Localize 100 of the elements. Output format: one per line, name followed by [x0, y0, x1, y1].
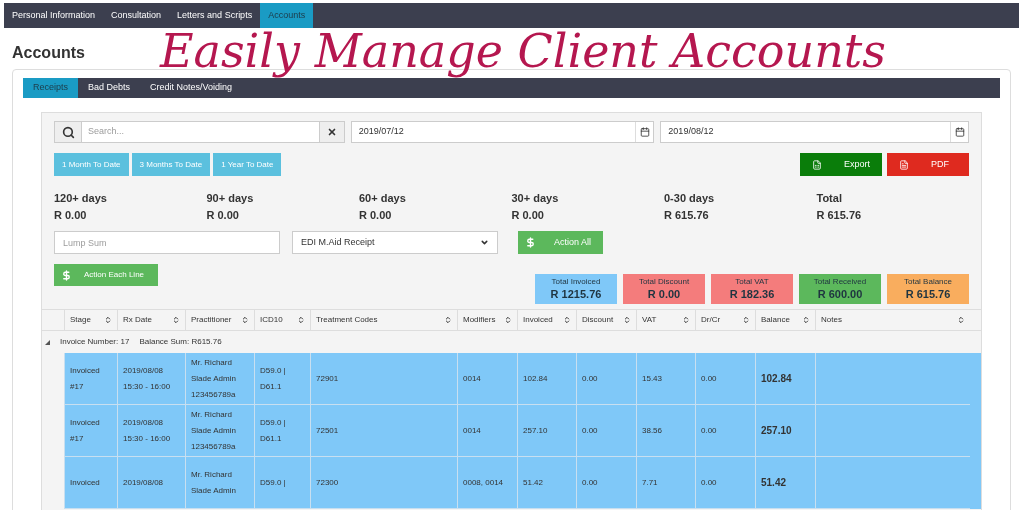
close-icon [326, 127, 337, 137]
column-header[interactable]: VAT [636, 310, 695, 330]
table-cell-text: D61.1 [260, 380, 282, 393]
table-cell-text: 38.56 [642, 424, 663, 437]
aging-label: 90+ days [206, 191, 254, 206]
date-from-field[interactable]: 2019/07/12 [350, 121, 655, 143]
sort-icon [563, 316, 571, 324]
search-field[interactable]: Search... [82, 121, 319, 143]
page-title: Accounts [12, 43, 85, 63]
table-cell-text: 0.00 [701, 424, 717, 437]
total-card: Total Invoiced R 1215.76 [535, 274, 617, 304]
table-cell-text: 0014 [463, 372, 481, 385]
sort-icon [957, 316, 965, 324]
calendar-icon [954, 127, 965, 137]
column-header[interactable]: Practitioner [185, 310, 254, 330]
column-header[interactable]: ICD10 [254, 310, 310, 330]
table-cell-text: 7.71 [642, 476, 658, 489]
column-header[interactable]: Rx Date [117, 310, 185, 330]
column-header[interactable]: Discount [576, 310, 636, 330]
table-cell-text: 102.84 [761, 371, 792, 386]
table-cell-text: 72300 [316, 476, 339, 489]
table-cell-text: Mr. Richard [191, 356, 232, 369]
column-header[interactable]: Invoiced [517, 310, 576, 330]
sort-icon [241, 316, 249, 324]
aging-label: 120+ days [54, 191, 107, 206]
sort-icon [444, 316, 452, 324]
table-cell-text: Mr. Richard [191, 408, 232, 421]
table-cell-text: Slade Admin [191, 484, 236, 497]
table-cell-text: Slade Admin [191, 372, 236, 385]
receipt-type-select[interactable]: EDI M.Aid Receipt [292, 231, 498, 254]
caret-icon [480, 238, 489, 247]
sort-icon [172, 316, 180, 324]
sort-icon [802, 316, 810, 324]
aging-value: R 0.00 [54, 207, 87, 223]
column-header[interactable]: Modifiers [457, 310, 517, 330]
table-row[interactable]: Invoiced #17 2019/08/08 15:30 - 16:00 Mr. Richard Slade Admin 123456789a D59.0 | D61.1 72501 0014 257.10 0.00 38.56 0.00 257.10 [42, 405, 981, 457]
total-card: Total VAT R 182.36 [711, 274, 793, 304]
table-cell-text: 15.43 [642, 372, 663, 385]
nav-tab[interactable]: Personal Information [4, 3, 104, 28]
column-header[interactable]: Dr/Cr [695, 310, 755, 330]
table-cell-text: 0.00 [582, 476, 598, 489]
table-row[interactable]: Invoiced 2019/08/08 Mr. Richard Slade Admin D59.0 | 72300 0008, 0014 51.42 0.00 7.71 0.00 51.42 [42, 457, 981, 509]
total-card: Total Balance R 615.76 [887, 274, 969, 304]
table-cell-text: 2019/08/08 [123, 416, 164, 429]
table-cell-text: 0008, 0014 [463, 476, 504, 489]
search-icon [61, 125, 75, 139]
aging-label: 60+ days [359, 191, 406, 206]
table-row[interactable]: Invoiced #17 2019/08/08 15:30 - 16:00 Mr. Richard Slade Admin 123456789a D59.0 | D61.1 72901 0014 102.84 0.00 15.43 0.00 102.84 [42, 353, 981, 405]
table-cell-text: 51.42 [761, 475, 787, 490]
aging-value: R 615.76 [664, 207, 709, 223]
column-header[interactable]: Stage [64, 310, 117, 330]
clear-button[interactable] [318, 121, 345, 143]
table-cell-text: D59.0 | [260, 364, 286, 377]
table-cell-text: 123456789a [191, 388, 236, 401]
aging-label: Total [816, 191, 842, 206]
lump-sum-field[interactable]: Lump Sum [54, 231, 280, 254]
group-invoice: Invoice Number: 17 [60, 336, 130, 348]
table-cell-text: 72501 [316, 424, 339, 437]
table-cell-text: 0.00 [701, 372, 717, 385]
triangle-icon[interactable] [45, 339, 50, 345]
aging-value: R 0.00 [359, 207, 392, 223]
sub-tab[interactable]: Receipts [23, 78, 78, 98]
table-cell-text: 72901 [316, 372, 339, 385]
pdf-button[interactable]: PDF [887, 153, 969, 176]
table-cell-text: 51.42 [523, 476, 544, 489]
table-cell-text: #17 [70, 380, 84, 393]
aging-value: R 0.00 [206, 207, 239, 223]
nav-tab[interactable]: Accounts [260, 3, 314, 28]
total-card: Total Discount R 0.00 [623, 274, 705, 304]
table-cell-text: D61.1 [260, 432, 282, 445]
column-header[interactable]: Balance [755, 310, 815, 330]
table-cell-text: 0014 [463, 424, 481, 437]
table-cell-text: 102.84 [523, 372, 548, 385]
dollar-icon [61, 269, 72, 281]
sub-tab[interactable]: Bad Debts [78, 78, 141, 98]
aging-value: R 0.00 [511, 207, 544, 223]
table-cell-text: 123456789a [191, 440, 236, 453]
table-cell-text: 2019/08/08 [123, 364, 164, 377]
column-header[interactable]: Notes [815, 310, 970, 330]
table-cell-text: Invoiced [70, 416, 100, 429]
table-cell-text: 0.00 [582, 424, 598, 437]
table-cell-text: 0.00 [701, 476, 717, 489]
aging-label: 30+ days [511, 191, 559, 206]
sort-icon [504, 316, 512, 324]
aging-value: R 615.76 [816, 207, 862, 223]
table-cell-text: 0.00 [582, 372, 598, 385]
table-cell-text: 257.10 [523, 424, 548, 437]
calendar-icon [639, 127, 650, 137]
table-cell-text: #17 [70, 432, 84, 445]
table-cell-text: D59.0 | [260, 416, 286, 429]
table-cell-text: Mr. Richard [191, 468, 232, 481]
sort-icon [297, 316, 305, 324]
sort-icon [623, 316, 631, 324]
export-button[interactable]: Export [800, 153, 882, 176]
table-cell-text: 257.10 [761, 423, 792, 438]
date-to-field[interactable]: 2019/08/12 [660, 121, 969, 143]
table-cell-text: 15:30 - 16:00 [123, 432, 171, 445]
table-cell-text: Slade Admin [191, 424, 236, 437]
column-header[interactable]: Treatment Codes [310, 310, 457, 330]
sub-tab[interactable]: Credit Notes/Voiding [140, 78, 243, 98]
